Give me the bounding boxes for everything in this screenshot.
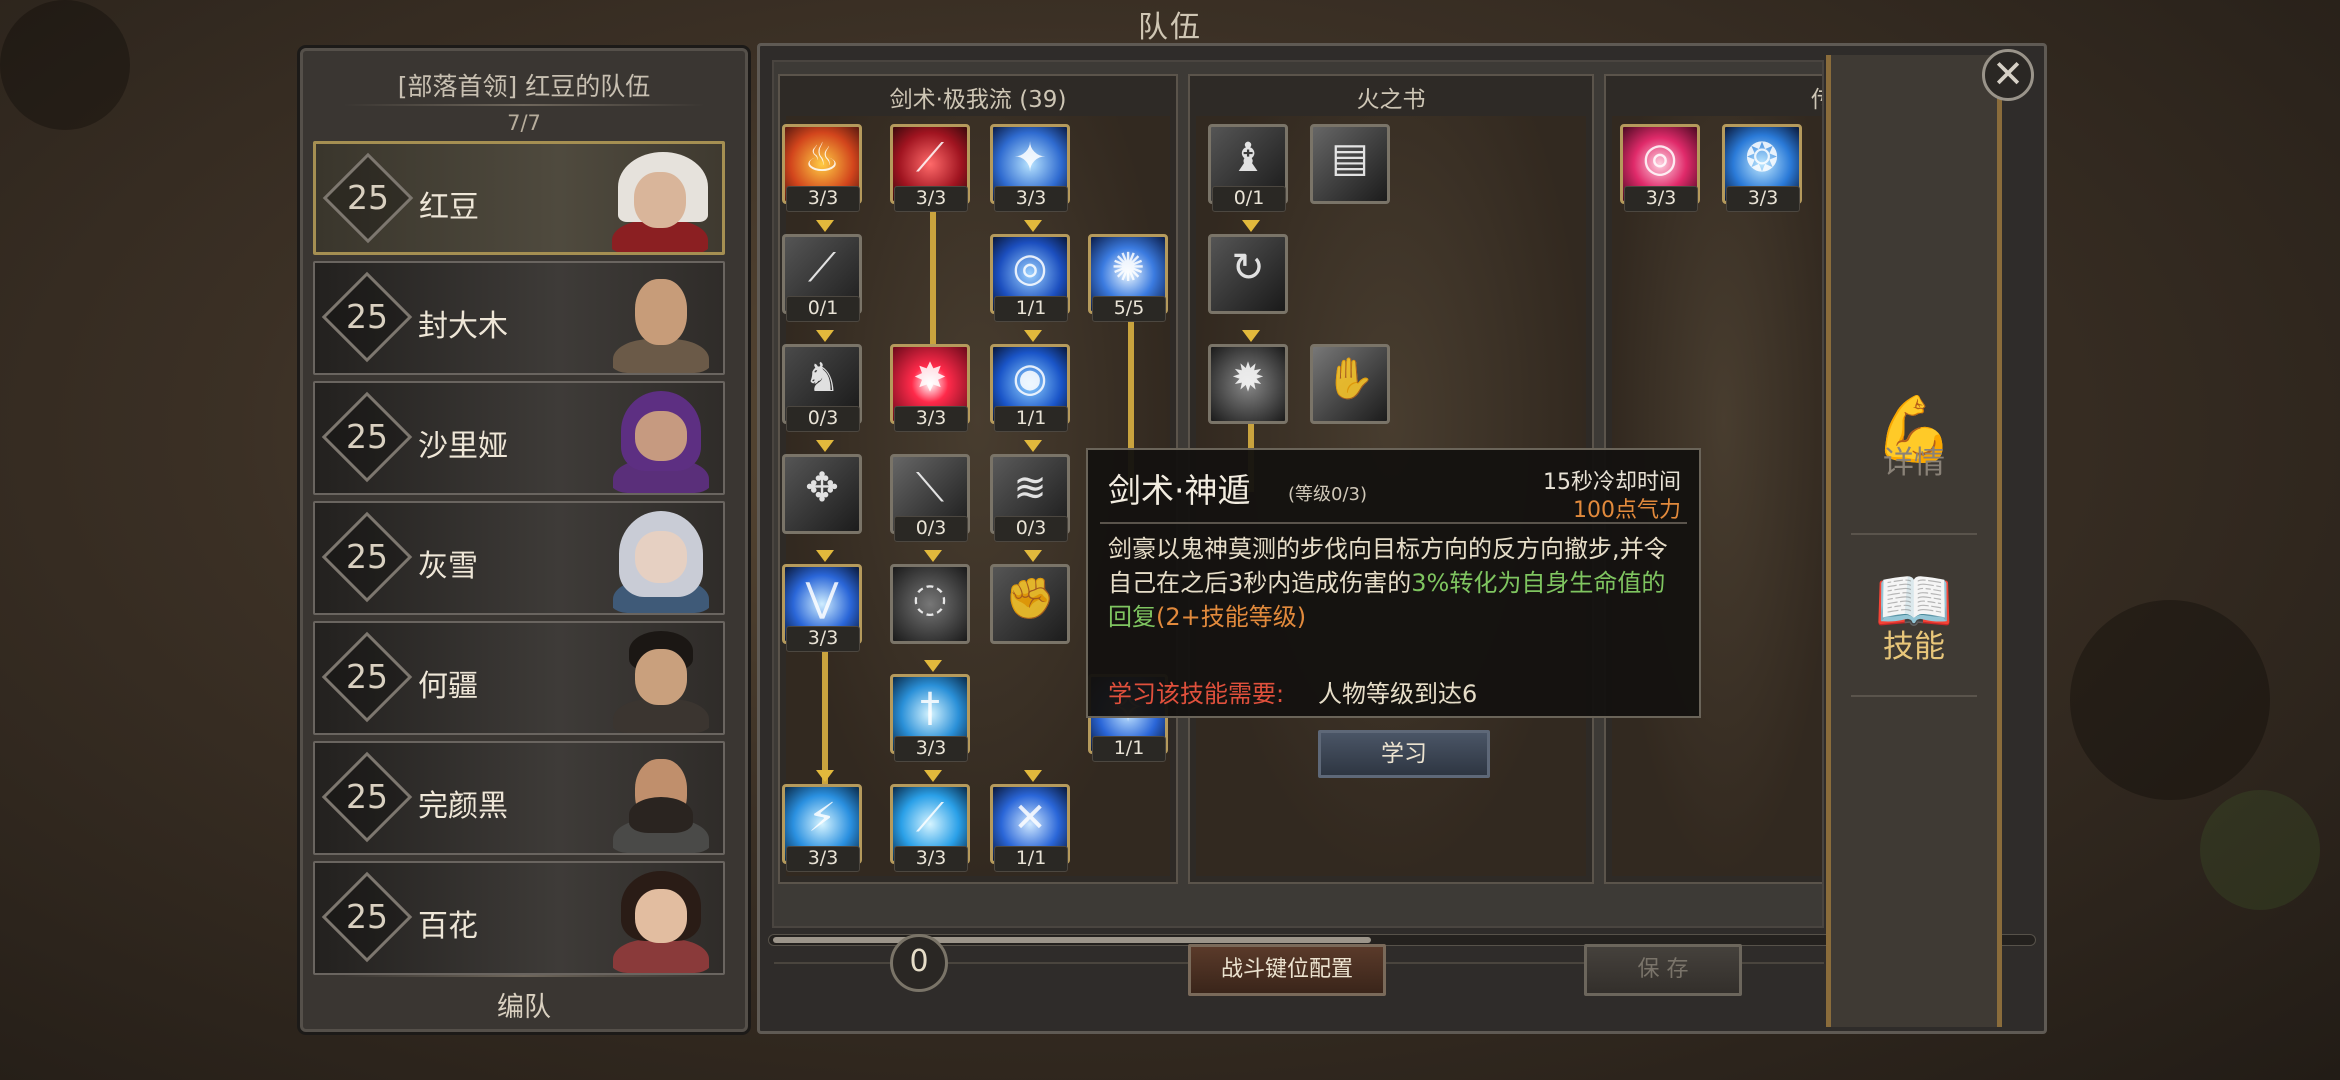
skill-level: 5/5 xyxy=(1092,296,1166,322)
skill-node[interactable]: ▤ xyxy=(1310,124,1390,204)
member-level: 25 xyxy=(346,897,388,936)
skill-level: 3/3 xyxy=(786,186,860,212)
skill-level: 0/3 xyxy=(994,516,1068,542)
member-portrait xyxy=(605,387,717,493)
skill-node[interactable]: ◌ xyxy=(890,564,970,644)
tooltip-skill-name: 剑术·神遁 xyxy=(1108,471,1251,510)
member-portrait xyxy=(605,867,717,973)
tab-skills-label: 技能 xyxy=(1883,629,1945,665)
skill-level: 1/1 xyxy=(994,406,1068,432)
member-card[interactable]: 25 完颜黑 xyxy=(313,741,725,855)
member-portrait xyxy=(605,267,717,373)
formation-button[interactable]: 编队 xyxy=(303,985,745,1025)
team-panel: [部落首领] 红豆的队伍 7/7 25 红豆 25 封大木 25 沙里娅 25 … xyxy=(300,48,748,1032)
tooltip-cost: 100点气力 xyxy=(1573,498,1681,523)
member-name: 何疆 xyxy=(418,669,478,704)
skill-node[interactable]: ✊ xyxy=(990,564,1070,644)
member-card[interactable]: 25 百花 xyxy=(313,861,725,975)
skill-level: 1/1 xyxy=(994,296,1068,322)
team-name: [部落首领] 红豆的队伍 xyxy=(397,72,651,101)
skill-tree-title: 火之书 xyxy=(1356,87,1426,113)
close-icon[interactable]: ✕ xyxy=(1982,49,2034,101)
member-level: 25 xyxy=(346,417,388,456)
bg-decor xyxy=(2070,600,2270,800)
skill-level: 0/3 xyxy=(894,516,968,542)
member-name: 红豆 xyxy=(419,190,479,225)
tab-skills[interactable]: 📖 技能 xyxy=(1831,567,1997,666)
skill-level: 3/3 xyxy=(1726,186,1800,212)
skill-level: 3/3 xyxy=(894,736,968,762)
tooltip-skill-level: (等级0/3) xyxy=(1288,484,1368,505)
member-level: 25 xyxy=(346,297,388,336)
side-tabs: 💪 详情 📖 技能 xyxy=(1826,55,2002,1027)
skill-tree-title: 剑术·极我流 (39) xyxy=(889,87,1067,113)
member-level: 25 xyxy=(346,537,388,576)
skill-level: 1/1 xyxy=(994,846,1068,872)
tooltip-requirement-label: 学习该技能需要: xyxy=(1108,680,1285,708)
tab-details[interactable]: 💪 详情 xyxy=(1831,395,1997,482)
member-name: 灰雪 xyxy=(418,549,478,584)
skill-level: 3/3 xyxy=(1624,186,1698,212)
window-title: 队伍 xyxy=(1138,10,1202,45)
skill-node[interactable]: ↻ xyxy=(1208,234,1288,314)
tooltip-requirement-value: 人物等级到达6 xyxy=(1318,680,1478,708)
skill-level: 3/3 xyxy=(786,846,860,872)
tab-details-label: 详情 xyxy=(1883,445,1945,481)
member-level: 25 xyxy=(347,178,389,217)
member-card[interactable]: 25 何疆 xyxy=(313,621,725,735)
skill-node[interactable]: ✹ xyxy=(1208,344,1288,424)
skill-tooltip: 剑术·神遁 (等级0/3) 15秒冷却时间 100点气力 剑豪以鬼神莫测的步伐向… xyxy=(1086,448,1701,718)
skill-level: 0/3 xyxy=(786,406,860,432)
tooltip-description: 剑豪以鬼神莫测的步伐向目标方向的反方向撤步,并令自己在之后3秒内造成伤害的3%转… xyxy=(1108,532,1688,634)
skill-level: 3/3 xyxy=(894,186,968,212)
skill-node[interactable]: ✥ xyxy=(782,454,862,534)
bg-decor xyxy=(2200,790,2320,910)
member-card[interactable]: 25 灰雪 xyxy=(313,501,725,615)
scrollbar-thumb[interactable] xyxy=(773,937,1371,943)
member-name: 封大木 xyxy=(418,309,508,344)
learn-button[interactable]: 学习 xyxy=(1318,730,1490,778)
skill-level: 3/3 xyxy=(894,846,968,872)
skill-node[interactable]: ✋ xyxy=(1310,344,1390,424)
skill-level: 0/1 xyxy=(1212,186,1286,212)
member-level: 25 xyxy=(346,777,388,816)
member-name: 完颜黑 xyxy=(418,789,508,824)
member-portrait xyxy=(604,148,716,252)
member-name: 沙里娅 xyxy=(418,429,508,464)
member-card[interactable]: 25 红豆 xyxy=(313,141,725,255)
skill-level: 3/3 xyxy=(994,186,1068,212)
member-card[interactable]: 25 封大木 xyxy=(313,261,725,375)
member-portrait xyxy=(605,627,717,733)
member-portrait xyxy=(605,507,717,613)
team-count: 7/7 xyxy=(507,111,541,135)
skill-tree-title: 传 xyxy=(1606,76,1822,113)
member-portrait xyxy=(605,747,717,853)
member-level: 25 xyxy=(346,657,388,696)
skill-level: 0/1 xyxy=(786,296,860,322)
skill-level: 3/3 xyxy=(894,406,968,432)
save-button[interactable]: 保 存 xyxy=(1584,944,1742,996)
skill-points: 0 xyxy=(890,934,948,992)
skill-level: 3/3 xyxy=(786,626,860,652)
member-name: 百花 xyxy=(418,909,478,944)
keybind-config-button[interactable]: 战斗键位配置 xyxy=(1188,944,1386,996)
tooltip-desc-scaling: (2+技能等级) xyxy=(1156,603,1307,631)
member-card[interactable]: 25 沙里娅 xyxy=(313,381,725,495)
